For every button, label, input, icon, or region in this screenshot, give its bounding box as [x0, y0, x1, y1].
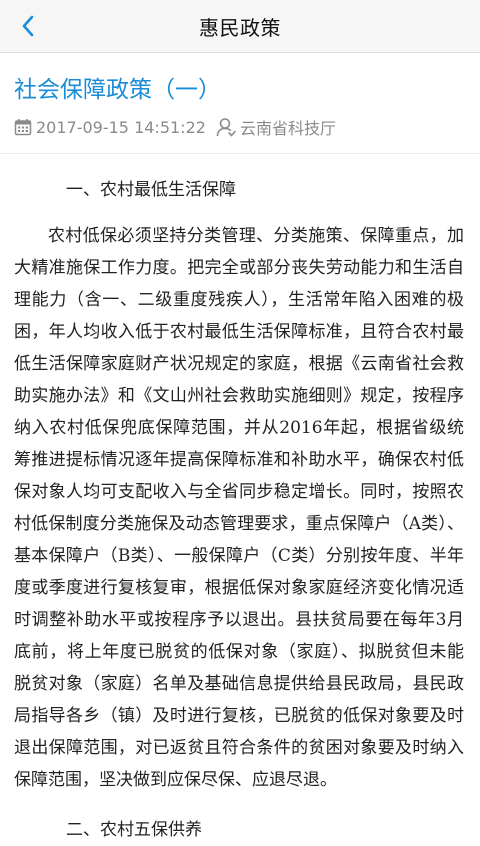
article-meta: 2017-09-15 14:51:22 云南省科技厅	[14, 115, 466, 139]
header-divider	[0, 153, 480, 154]
article-title: 社会保障政策（一）	[14, 77, 221, 103]
section-heading-1: 一、农村最低生活保障	[66, 180, 236, 200]
article-header: 社会保障政策（一） 2017-09-15 14:51:22 云南省科技厅	[0, 75, 480, 154]
calendar-icon	[14, 118, 32, 136]
publish-datetime: 2017-09-15 14:51:22	[36, 117, 206, 137]
user-icon	[216, 117, 236, 137]
article-content: 一、农村最低生活保障 农村低保必须坚持分类管理、分类施策、保障重点，加大精准施保…	[0, 174, 480, 846]
author-name: 云南省科技厅	[239, 119, 336, 138]
section-paragraph-1: 农村低保必须坚持分类管理、分类施策、保障重点，加大精准施保工作力度。把完全或部分…	[14, 226, 464, 790]
navigation-bar: 惠民政策	[0, 0, 480, 53]
author-info: 云南省科技厅	[216, 115, 336, 139]
back-button[interactable]	[0, 0, 56, 52]
page-title: 惠民政策	[199, 15, 281, 40]
chevron-left-icon	[22, 15, 34, 37]
